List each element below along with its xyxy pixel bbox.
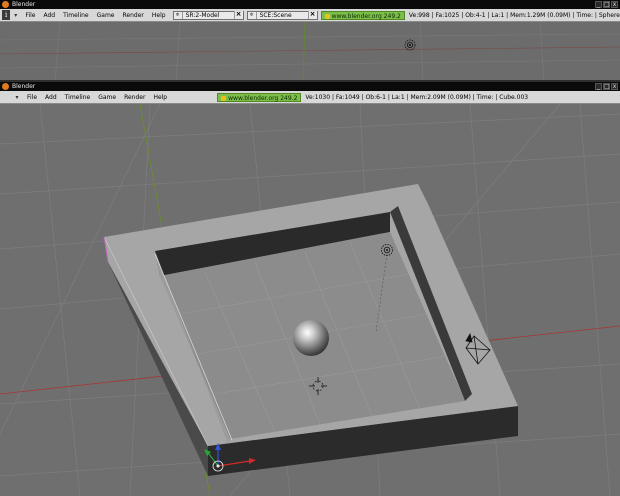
url-text: www.blender.org 249.2 bbox=[228, 94, 298, 102]
menu-file[interactable]: File bbox=[23, 94, 41, 101]
top-viewport-canvas bbox=[0, 21, 620, 82]
chevron-down-icon[interactable]: ▾ bbox=[13, 94, 21, 101]
window-controls: _ □ x bbox=[595, 83, 618, 90]
blender-icon bbox=[221, 95, 227, 101]
window-controls: _ □ x bbox=[595, 1, 618, 8]
menu-timeline[interactable]: Timeline bbox=[59, 12, 93, 19]
screen-name: SR:2-Model bbox=[185, 11, 220, 19]
menu-help[interactable]: Help bbox=[149, 94, 171, 101]
title-bar: Blender _ □ x bbox=[0, 0, 620, 9]
menu-add[interactable]: Add bbox=[41, 94, 61, 101]
sphere-object[interactable] bbox=[293, 320, 329, 356]
window-title: Blender bbox=[12, 1, 36, 8]
top-blender-window: Blender _ □ x i ▾ File Add Timeline Game… bbox=[0, 0, 620, 82]
chevron-down-icon[interactable]: ▾ bbox=[12, 12, 19, 19]
menu-bar: i ▾ File Add Timeline Game Render Help ≑… bbox=[0, 9, 620, 22]
scene-name: SCE:Scene bbox=[259, 11, 292, 19]
main-viewport-canvas bbox=[0, 103, 620, 496]
blender-url-badge[interactable]: www.blender.org 249.2 bbox=[217, 92, 302, 102]
menu-file[interactable]: File bbox=[21, 12, 39, 19]
bottom-blender-window: Blender _ □ x ▾ File Add Timeline Game R… bbox=[0, 82, 620, 496]
info-icon[interactable]: i bbox=[2, 10, 11, 20]
menu-timeline[interactable]: Timeline bbox=[61, 94, 95, 101]
minimize-button[interactable]: _ bbox=[595, 1, 602, 8]
close-button[interactable]: x bbox=[611, 83, 618, 90]
delete-screen-button[interactable]: × bbox=[233, 11, 243, 19]
menu-bar: ▾ File Add Timeline Game Render Help www… bbox=[0, 91, 620, 104]
screen-selector[interactable]: ≑ SR:2-Model × bbox=[172, 10, 244, 20]
delete-scene-button[interactable]: × bbox=[307, 11, 317, 19]
scene-selector[interactable]: ≑ SCE:Scene × bbox=[246, 10, 318, 20]
menu-render[interactable]: Render bbox=[120, 94, 149, 101]
window-title: Blender bbox=[12, 83, 36, 90]
screen-icon: ≑ bbox=[174, 11, 183, 19]
blender-icon bbox=[324, 13, 330, 19]
maximize-button[interactable]: □ bbox=[603, 83, 610, 90]
title-bar: Blender _ □ x bbox=[0, 82, 620, 91]
menu-render[interactable]: Render bbox=[119, 12, 148, 19]
menu-help[interactable]: Help bbox=[148, 12, 170, 19]
url-text: www.blender.org 249.2 bbox=[331, 12, 401, 20]
menu-add[interactable]: Add bbox=[39, 12, 59, 19]
stats-readout: Ve:1030 | Fa:1049 | Ob:6-1 | La:1 | Mem:… bbox=[305, 93, 529, 101]
blender-url-badge[interactable]: www.blender.org 249.2 bbox=[320, 10, 405, 20]
close-button[interactable]: x bbox=[611, 1, 618, 8]
stats-readout: Ve:998 | Fa:1025 | Ob:4-1 | La:1 | Mem:1… bbox=[408, 11, 620, 19]
menu-game[interactable]: Game bbox=[94, 94, 120, 101]
menu-game[interactable]: Game bbox=[93, 12, 119, 19]
top-3d-viewport[interactable] bbox=[0, 21, 620, 82]
maximize-button[interactable]: □ bbox=[603, 1, 610, 8]
minimize-button[interactable]: _ bbox=[595, 83, 602, 90]
scene-icon: ≑ bbox=[248, 11, 257, 19]
main-3d-viewport[interactable] bbox=[0, 103, 620, 496]
blender-logo-icon bbox=[2, 83, 9, 90]
blender-logo-icon bbox=[2, 1, 9, 8]
